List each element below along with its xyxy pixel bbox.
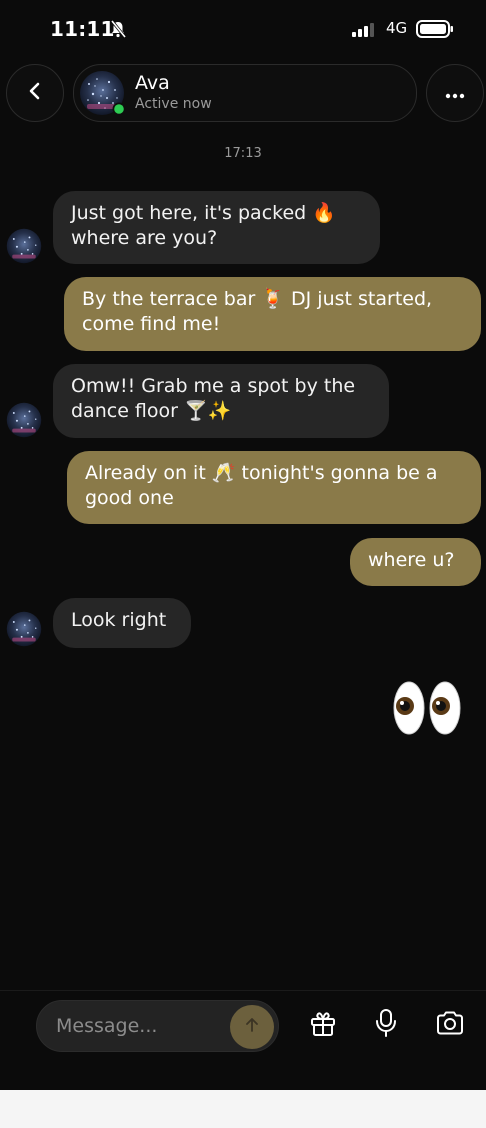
send-arrow-icon (245, 1017, 259, 1037)
avatar[interactable] (6, 611, 42, 647)
more-options-button[interactable] (426, 64, 484, 122)
chat-screen: 11:11 4G Ava Active now 17:13 Just got h… (0, 0, 486, 1090)
gift-icon (309, 1009, 337, 1041)
message-input-placeholder: Message... (56, 1015, 158, 1037)
message-bubble-incoming[interactable]: Omw!! Grab me a spot by the dance floor … (53, 364, 389, 438)
contact-name: Ava (135, 72, 170, 94)
chevron-left-icon (28, 81, 42, 105)
message-bubble-outgoing[interactable]: where u? (350, 538, 481, 586)
send-button[interactable] (230, 1005, 274, 1049)
composer-divider (0, 990, 486, 991)
gift-button[interactable] (307, 1009, 339, 1041)
more-horizontal-icon (445, 84, 465, 103)
camera-button[interactable] (434, 1009, 466, 1041)
contact-status: Active now (135, 96, 212, 112)
eyes-emoji-message[interactable] (392, 680, 464, 736)
status-bar: 11:11 4G (0, 0, 486, 56)
status-time: 11:11 (50, 17, 115, 41)
message-bubble-outgoing[interactable]: Already on it 🥂 tonight's gonna be a goo… (67, 451, 481, 524)
message-bubble-incoming[interactable]: Look right (53, 598, 191, 648)
message-bubble-outgoing[interactable]: By the terrace bar 🍹 DJ just started, co… (64, 277, 481, 351)
battery-icon (416, 20, 454, 42)
microphone-button[interactable] (370, 1009, 402, 1041)
signal-icon (352, 22, 378, 41)
microphone-icon (372, 1008, 400, 1042)
bell-muted-icon (110, 20, 127, 42)
avatar[interactable] (6, 402, 42, 438)
back-button[interactable] (6, 64, 64, 122)
avatar[interactable] (79, 70, 126, 116)
system-bottom-area (0, 1090, 486, 1128)
online-indicator (112, 102, 126, 116)
message-input[interactable]: Message... (36, 1000, 279, 1052)
message-timestamp: 17:13 (224, 146, 262, 161)
camera-icon (435, 1010, 465, 1040)
message-bubble-incoming[interactable]: Just got here, it's packed 🔥 where are y… (53, 191, 380, 264)
contact-header[interactable]: Ava Active now (73, 64, 417, 122)
network-type: 4G (386, 19, 408, 37)
avatar[interactable] (6, 228, 42, 264)
